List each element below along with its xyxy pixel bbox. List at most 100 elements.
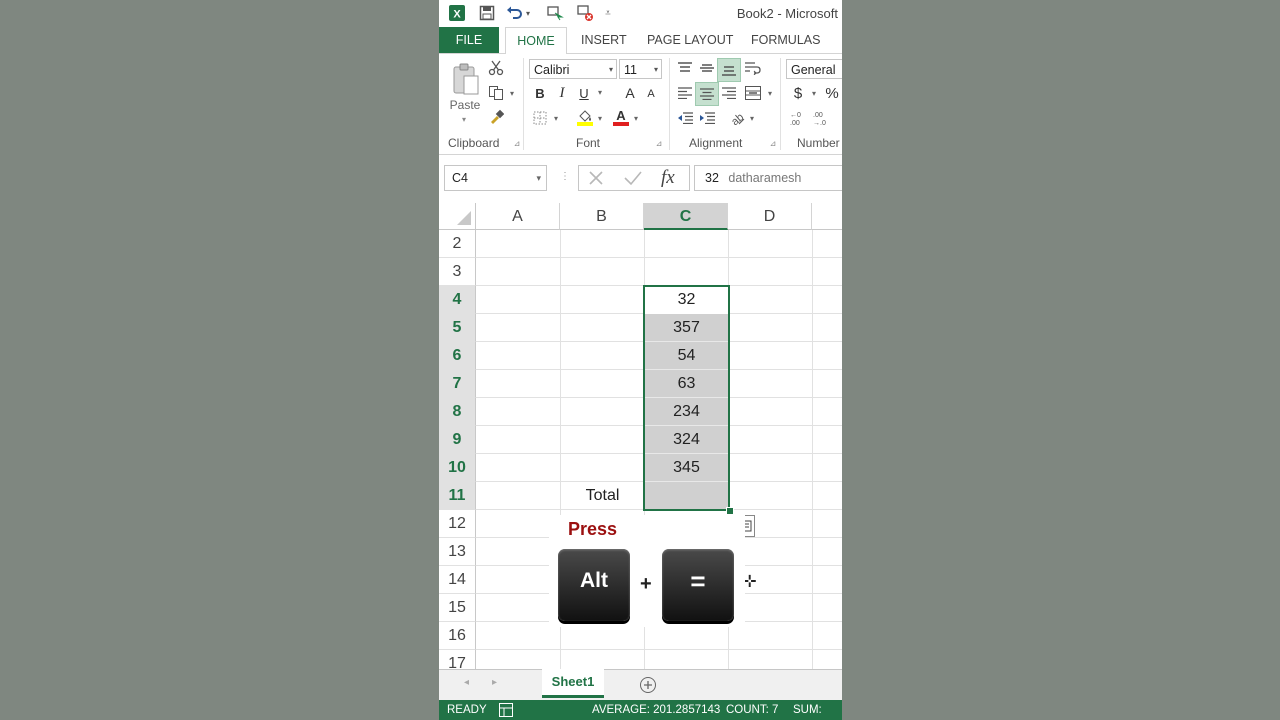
cell-c7[interactable]: 63	[645, 370, 728, 398]
row-header-3[interactable]: 3	[439, 258, 476, 286]
bold-button[interactable]: B	[531, 84, 549, 102]
name-box-dropdown-icon[interactable]: ▾	[536, 166, 541, 190]
cell-c5[interactable]: 357	[645, 314, 728, 342]
row-header-15[interactable]: 15	[439, 594, 476, 622]
increase-indent-icon[interactable]	[697, 108, 717, 128]
paste-button[interactable]: Paste	[445, 98, 485, 112]
cut-icon[interactable]	[487, 59, 505, 77]
column-header-c[interactable]: C	[644, 203, 728, 230]
decrease-decimal-icon[interactable]: .00 →.0	[811, 108, 831, 128]
font-color-icon[interactable]: A	[611, 107, 631, 127]
row-header-4[interactable]: 4	[439, 286, 476, 314]
row-header-5[interactable]: 5	[439, 314, 476, 342]
decrease-font-button[interactable]: A	[643, 86, 659, 102]
align-center-icon[interactable]	[695, 82, 719, 106]
cell-c10[interactable]: 345	[645, 454, 728, 482]
borders-dropdown-icon[interactable]: ▾	[551, 112, 561, 124]
row-header-7[interactable]: 7	[439, 370, 476, 398]
orientation-dropdown-icon[interactable]: ▾	[747, 112, 757, 124]
currency-dropdown-icon[interactable]: ▾	[809, 87, 819, 99]
new-sheet-icon[interactable]	[639, 676, 657, 699]
underline-button[interactable]: U	[575, 84, 593, 102]
orientation-icon[interactable]: ab	[727, 108, 747, 128]
align-middle-icon[interactable]	[697, 58, 717, 78]
tab-file[interactable]: FILE	[439, 27, 499, 53]
align-left-icon[interactable]	[675, 83, 695, 103]
scroll-right-icon[interactable]: ▸	[492, 677, 497, 688]
row-header-9[interactable]: 9	[439, 426, 476, 454]
row-header-2[interactable]: 2	[439, 230, 476, 258]
row-header-10[interactable]: 10	[439, 454, 476, 482]
customize-toolbar-icon[interactable]: ⩡	[601, 3, 615, 23]
increase-decimal-icon[interactable]: ←0.00	[788, 108, 808, 128]
excel-window: X ▾ ⩡ Book2 - Microsoft FILE HOME INSERT…	[439, 0, 842, 720]
copy-dropdown-icon[interactable]: ▾	[507, 88, 517, 98]
row-header-13[interactable]: 13	[439, 538, 476, 566]
tab-home[interactable]: HOME	[505, 27, 567, 55]
tab-page-layout[interactable]: PAGE LAYOUT	[647, 27, 733, 53]
row-header-14[interactable]: 14	[439, 566, 476, 594]
paste-dropdown-icon[interactable]: ▾	[457, 114, 471, 124]
currency-button[interactable]: $	[789, 83, 807, 103]
row-header-17[interactable]: 17	[439, 650, 476, 669]
wrap-text-icon[interactable]	[743, 58, 763, 78]
row-header-12[interactable]: 12	[439, 510, 476, 538]
fill-handle[interactable]	[726, 507, 734, 515]
percent-button[interactable]: %	[823, 83, 841, 103]
borders-icon[interactable]	[531, 109, 549, 127]
cancel-icon[interactable]	[587, 170, 605, 191]
cell-c8[interactable]: 234	[645, 398, 728, 426]
column-header-d[interactable]: D	[728, 203, 812, 230]
clipboard-launcher-icon[interactable]: ⊿	[512, 138, 522, 148]
sheet-tab-sheet1[interactable]: Sheet1	[542, 669, 604, 698]
undo-dropdown-icon[interactable]: ▾	[523, 3, 533, 23]
insert-function-button[interactable]: fx	[661, 167, 675, 189]
align-top-icon[interactable]	[675, 58, 695, 78]
font-size-select[interactable]: 11 ▾	[619, 59, 662, 79]
format-painter-icon[interactable]	[487, 108, 505, 126]
clear-format-icon[interactable]	[575, 3, 595, 23]
copy-icon[interactable]	[487, 84, 505, 102]
row-header-16[interactable]: 16	[439, 622, 476, 650]
scroll-left-icon[interactable]: ◂	[464, 677, 469, 688]
number-format-select[interactable]: General	[786, 59, 842, 79]
save-icon[interactable]	[477, 3, 497, 23]
column-header-b[interactable]: B	[560, 203, 644, 230]
name-box[interactable]: C4 ▾	[444, 165, 547, 191]
merge-center-icon[interactable]	[743, 83, 763, 103]
tab-formulas[interactable]: FORMULAS	[751, 27, 820, 53]
alignment-launcher-icon[interactable]: ⊿	[768, 138, 778, 148]
font-name-select[interactable]: Calibri ▾	[529, 59, 617, 79]
macro-record-icon[interactable]	[499, 703, 513, 720]
fill-color-icon[interactable]	[575, 107, 595, 127]
select-all-corner[interactable]	[439, 203, 476, 230]
cell-c6[interactable]: 54	[645, 342, 728, 370]
enter-icon[interactable]	[623, 170, 643, 191]
watermark-text: datharamesh	[728, 171, 802, 185]
column-header-e[interactable]	[812, 203, 842, 230]
worksheet-grid[interactable]: A B C D 2 3 4 5 6 7 8 9 10 11 12 13 14 1…	[439, 203, 842, 669]
font-launcher-icon[interactable]: ⊿	[654, 138, 664, 148]
cell-c4[interactable]: 32	[645, 286, 728, 314]
cell-b11[interactable]: Total	[561, 482, 644, 510]
align-right-icon[interactable]	[719, 83, 739, 103]
increase-font-button[interactable]: A	[621, 84, 639, 102]
italic-button[interactable]: I	[553, 84, 571, 102]
align-bottom-icon[interactable]	[717, 58, 741, 82]
formula-input[interactable]: 32 datharamesh	[694, 165, 842, 191]
row-header-6[interactable]: 6	[439, 342, 476, 370]
row-header-11[interactable]: 11	[439, 482, 476, 510]
redo-icon[interactable]	[545, 3, 565, 23]
merge-dropdown-icon[interactable]: ▾	[765, 87, 775, 99]
tab-insert[interactable]: INSERT	[581, 27, 627, 53]
font-color-dropdown-icon[interactable]: ▾	[631, 112, 641, 124]
cell-c11[interactable]	[645, 482, 728, 510]
cell-c9[interactable]: 324	[645, 426, 728, 454]
row-header-8[interactable]: 8	[439, 398, 476, 426]
fill-color-dropdown-icon[interactable]: ▾	[595, 112, 605, 124]
column-header-a[interactable]: A	[476, 203, 560, 230]
undo-icon[interactable]	[505, 3, 525, 23]
decrease-indent-icon[interactable]	[675, 108, 695, 128]
paste-icon[interactable]	[449, 60, 483, 100]
underline-dropdown-icon[interactable]: ▾	[595, 86, 605, 98]
